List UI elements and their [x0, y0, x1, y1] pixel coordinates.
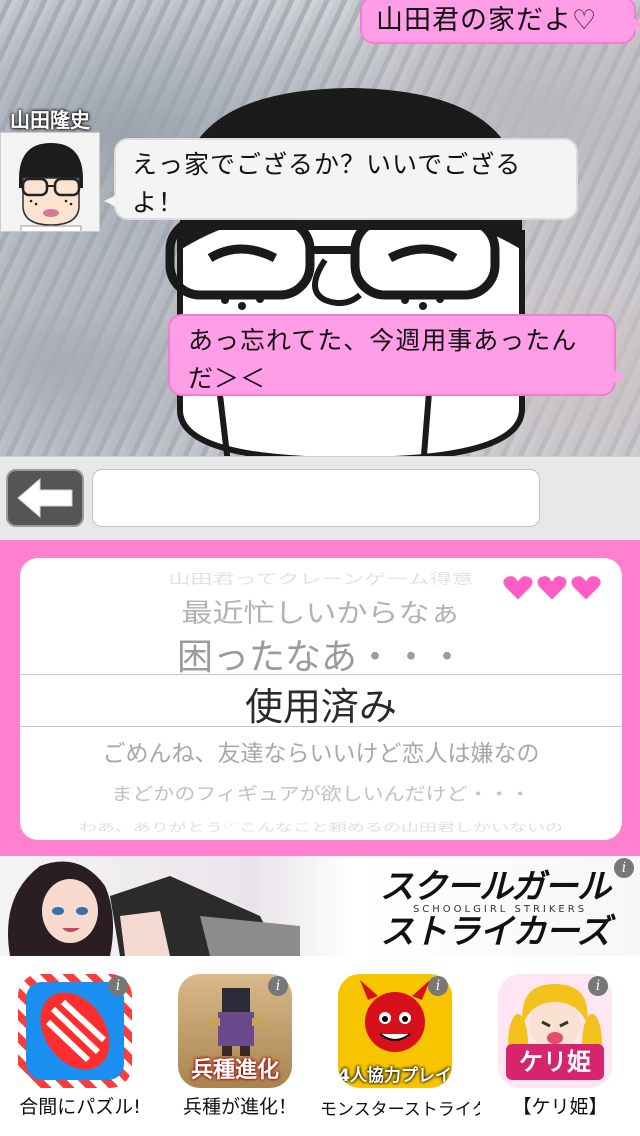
- chat-bubble-incoming: えっ家でござるか？いいでござるよ！: [104, 138, 578, 220]
- chat-bubble-outgoing: 山田君の家だよ♡: [360, 0, 640, 44]
- app-tile[interactable]: 兵種進化 i 兵種が進化！: [160, 974, 320, 1134]
- avatar-portrait-icon: [1, 133, 99, 231]
- picker-option[interactable]: ごめんね、友達ならいいけど恋人は嫌なの: [20, 734, 622, 768]
- input-bar: [0, 456, 640, 540]
- app-label: 兵種が進化！: [182, 1096, 297, 1118]
- chat-bubble-outgoing: あっ忘れてた、今週用事あったんだ＞＜: [168, 314, 626, 396]
- info-icon[interactable]: i: [268, 976, 288, 996]
- app-tile[interactable]: 4人協力プレイ i モンスターストライク: [320, 974, 480, 1134]
- picker-option[interactable]: 困ったなあ・・・: [20, 628, 622, 680]
- app-icon-text: 兵種進化: [190, 1058, 279, 1083]
- banner-title: スクールガール: [380, 867, 611, 907]
- reply-picker-frame: 山田君ってクレーンゲーム得意 最近忙しいからなぁ 困ったなあ・・・ 使用済み ご…: [0, 540, 640, 856]
- app-label: モンスターストライク: [320, 1100, 480, 1120]
- heart-icon: [536, 574, 568, 602]
- app-label: 【ケリ姫】: [512, 1096, 608, 1118]
- heart-icon: [502, 574, 534, 602]
- app-tile[interactable]: ケリ姫 i 【ケリ姫】: [480, 974, 640, 1134]
- hearts-rating: [502, 574, 602, 602]
- selection-divider: [20, 674, 622, 675]
- picker-option[interactable]: わあ、ありがとう♡こんなこと頼めるの山田君しかいないの: [20, 819, 622, 835]
- app-label: 合間にパズル!: [19, 1096, 141, 1118]
- anime-girl-illustration: [8, 861, 300, 956]
- selection-divider: [20, 726, 622, 727]
- app-icon-text: 4人協力プレイ: [338, 1066, 452, 1086]
- message-input[interactable]: [92, 469, 540, 527]
- sender-name: 山田隆史: [10, 108, 90, 132]
- back-button[interactable]: [6, 469, 84, 527]
- message-text: 山田君の家だよ♡: [376, 5, 598, 36]
- picker-option-selected[interactable]: 使用済み: [20, 676, 622, 731]
- info-icon[interactable]: i: [588, 976, 608, 996]
- app-icon-text: ケリ姫: [506, 1044, 604, 1080]
- banner-ad[interactable]: スクールガール SCHOOLGIRL STRIKERS ストライカーズ i: [0, 856, 640, 956]
- app-recommendations: i 合間にパズル! 兵種進化 i 兵種が進化！ 4人協力プレイ i モンスタース…: [0, 956, 640, 1136]
- heart-icon: [570, 574, 602, 602]
- info-icon[interactable]: i: [614, 858, 634, 878]
- character-illustration: [165, 88, 525, 456]
- app-tile[interactable]: i 合間にパズル!: [0, 974, 160, 1134]
- info-icon[interactable]: i: [428, 976, 448, 996]
- message-text: えっ家でござるか？いいでござるよ！: [132, 150, 522, 217]
- info-icon[interactable]: i: [108, 976, 128, 996]
- chat-area: 山田君の家だよ♡ 山田隆史 えっ家でござるか？いいでござるよ！ あっ忘れてた、今…: [0, 0, 640, 456]
- avatar[interactable]: [0, 132, 100, 232]
- message-text: あっ忘れてた、今週用事あったんだ＞＜: [188, 326, 578, 393]
- picker-option[interactable]: まどかのフィギュアが欲しいんだけど・・・: [20, 780, 622, 806]
- banner-title-2: ストライカーズ: [380, 912, 610, 952]
- reply-picker[interactable]: 山田君ってクレーンゲーム得意 最近忙しいからなぁ 困ったなあ・・・ 使用済み ご…: [20, 558, 622, 840]
- arrow-left-icon: [17, 477, 73, 519]
